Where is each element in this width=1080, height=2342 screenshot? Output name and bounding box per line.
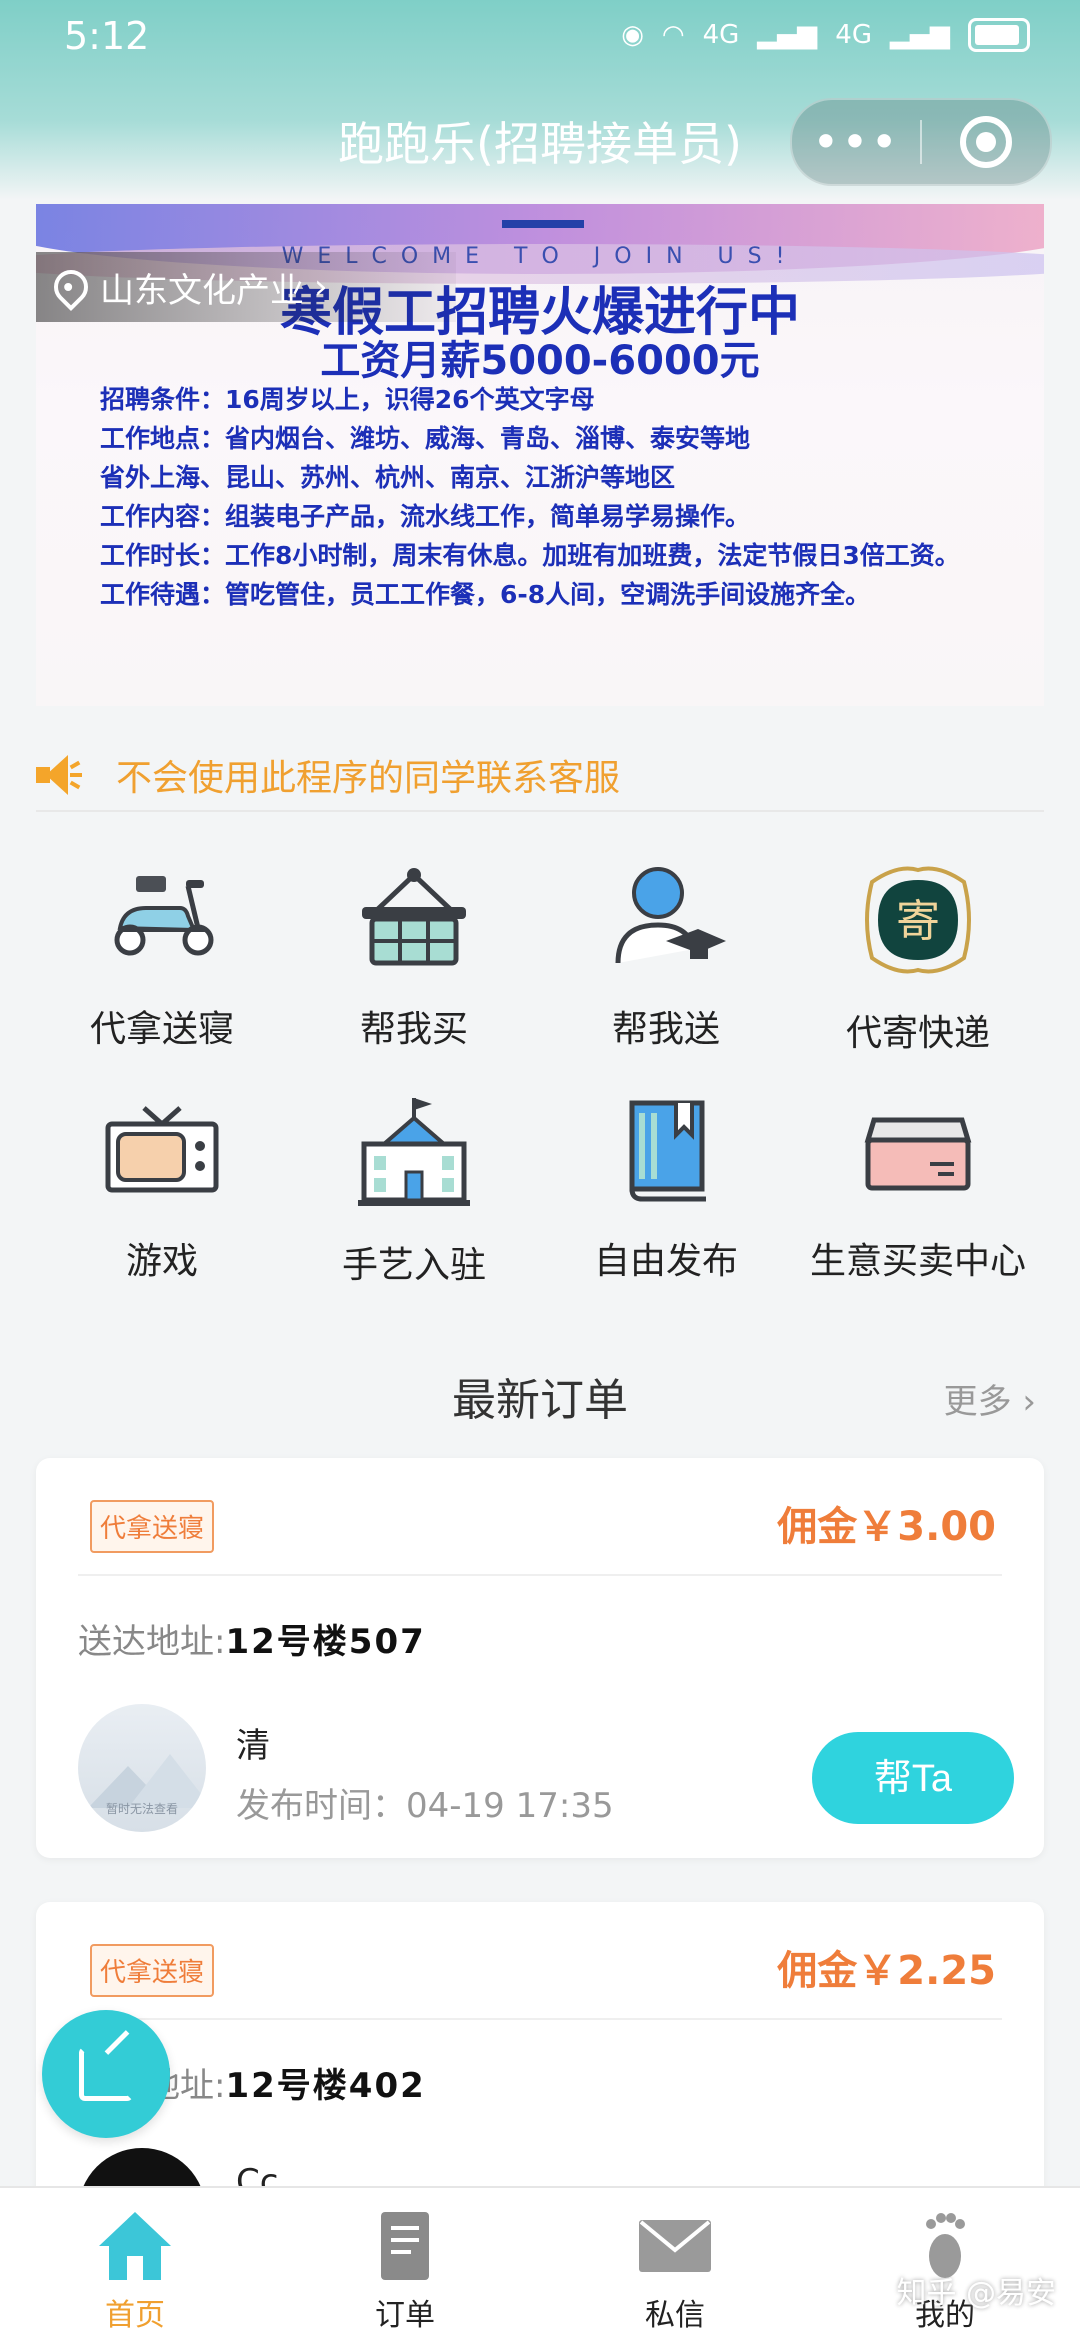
service-label: 生意买卖中心 <box>809 1241 1026 1282</box>
address-label: 送达地址: <box>78 1622 226 1662</box>
address-value: 12号楼402 <box>225 2066 426 2106</box>
banner-line: 省外上海、昆山、苏州、杭州、南京、江浙沪等地区 <box>100 463 676 492</box>
section-title: 最新订单 <box>452 1375 628 1426</box>
service-label: 代拿送寝 <box>89 1009 234 1050</box>
banner-salary: 工资月薪5000-6000元 <box>320 338 760 384</box>
tab-orders[interactable]: 订单 <box>270 2188 540 2342</box>
service-item-send[interactable]: 帮我送 <box>540 860 792 1052</box>
location-label: 山东文化产业 <box>100 270 304 311</box>
eye-icon: ◉ <box>621 20 644 50</box>
avatar-caption: 暂时无法查看 <box>105 1802 178 1816</box>
help-button[interactable]: 帮Ta <box>812 1732 1014 1824</box>
close-target-icon <box>960 116 1012 168</box>
banner-line: 工作待遇：管吃管住，员工工作餐，6-8人间，空调洗手间设施齐全。 <box>100 580 871 609</box>
bottom-tab-bar: 首页 订单 私信 我的 <box>0 2186 1080 2342</box>
signal-1-icon: ▂▄▆ <box>757 20 818 50</box>
publish-time: 发布时间：04-19 17:35 <box>236 1786 614 1826</box>
tab-home[interactable]: 首页 <box>0 2188 270 2342</box>
status-time: 5:12 <box>64 14 150 58</box>
order-address: 送达地址:12号楼507 <box>78 1614 426 1663</box>
service-label: 手艺入驻 <box>341 1245 486 1286</box>
service-item-publish[interactable]: 自由发布 <box>540 1092 792 1284</box>
location-selector[interactable]: 山东文化产业 › <box>36 252 456 322</box>
tab-label: 订单 <box>375 2298 435 2333</box>
carousel-indicator <box>502 220 584 228</box>
user-name: 清 <box>236 1726 270 1766</box>
service-label: 帮我买 <box>359 1009 468 1050</box>
banner-line: 工作内容：组装电子产品，流水线工作，简单易学易操作。 <box>100 502 751 531</box>
envelope-icon <box>639 2220 711 2272</box>
service-item-craft[interactable]: 手艺入驻 <box>288 1092 540 1286</box>
service-grid: 代拿送寝 帮我买 帮我送 寄 代寄快递 游戏 手艺入驻 自由发布 生意买卖中心 <box>36 860 1044 1286</box>
wifi-icon: ◠ <box>661 20 685 50</box>
book-icon <box>606 1092 726 1208</box>
card-icon <box>858 1092 978 1208</box>
latest-orders-header: 最新订单 更多 › <box>36 1360 1044 1430</box>
order-card[interactable]: 代拿送寝 佣金￥3.00 送达地址:12号楼507 暂时无法查看 清 发布时间：… <box>36 1458 1044 1858</box>
location-pin-icon <box>46 262 96 312</box>
service-label: 帮我送 <box>611 1009 720 1050</box>
service-label: 代寄快递 <box>845 1013 990 1054</box>
school-icon <box>354 1092 474 1212</box>
home-icon <box>99 2212 171 2280</box>
close-button[interactable] <box>922 116 1050 168</box>
tab-label: 首页 <box>105 2298 165 2333</box>
mini-program-capsule: ••• <box>790 98 1052 186</box>
watermark: 知乎 @易安 <box>896 2276 1056 2311</box>
order-fee: 佣金￥2.25 <box>777 1948 996 1994</box>
banner-line: 工作时长：工作8小时制，周末有休息。加班有加班费，法定节假日3倍工资。 <box>100 541 960 570</box>
mail-badge-icon: 寄 <box>858 860 978 980</box>
service-item-buy[interactable]: 帮我买 <box>288 860 540 1052</box>
signal-2-label: 4G <box>835 20 872 50</box>
top-header: 5:12 ◉ ◠ 4G ▂▄▆ 4G ▂▄▆ 跑跑乐(招聘接单员) ••• <box>0 0 1080 200</box>
tab-messages[interactable]: 私信 <box>540 2188 810 2342</box>
chevron-right-icon: › <box>314 267 328 307</box>
tab-label: 私信 <box>645 2298 705 2333</box>
avatar: 暂时无法查看 <box>78 1704 206 1832</box>
basket-icon <box>354 860 474 976</box>
share-icon <box>79 2030 133 2101</box>
banner-body: 招聘条件：16周岁以上，识得26个英文字母 工作地点：省内烟台、潍坊、威海、青岛… <box>100 380 1020 614</box>
status-bar: 5:12 ◉ ◠ 4G ▂▄▆ 4G ▂▄▆ <box>64 14 1030 64</box>
service-item-express[interactable]: 寄 代寄快递 <box>792 860 1044 1054</box>
order-doc-icon <box>381 2212 429 2280</box>
order-type-tag: 代拿送寝 <box>90 1500 215 1553</box>
service-item-delivery[interactable]: 代拿送寝 <box>36 860 288 1052</box>
divider <box>78 2018 1002 2020</box>
battery-icon <box>968 18 1030 52</box>
chevron-right-icon: › <box>1022 1382 1036 1422</box>
order-fee: 佣金￥3.00 <box>777 1504 996 1550</box>
graduate-icon <box>606 860 726 976</box>
more-link[interactable]: 更多 › <box>944 1374 1036 1423</box>
service-label: 游戏 <box>125 1241 198 1282</box>
service-label: 自由发布 <box>593 1241 738 1282</box>
address-value: 12号楼507 <box>225 1622 426 1662</box>
order-type-tag: 代拿送寝 <box>90 1944 215 1997</box>
speaker-icon <box>36 755 82 795</box>
more-label: 更多 <box>943 1382 1012 1422</box>
status-icons: ◉ ◠ 4G ▂▄▆ 4G ▂▄▆ <box>621 18 1030 52</box>
banner-line: 招聘条件：16周岁以上，识得26个英文字母 <box>100 385 595 414</box>
service-item-business[interactable]: 生意买卖中心 <box>792 1092 1044 1284</box>
more-options-button[interactable]: ••• <box>792 100 920 184</box>
share-fab-button[interactable] <box>42 2010 170 2138</box>
service-item-game[interactable]: 游戏 <box>36 1092 288 1284</box>
tv-icon <box>102 1092 222 1208</box>
signal-2-icon: ▂▄▆ <box>890 20 950 50</box>
notice-bar[interactable]: 不会使用此程序的同学联系客服 <box>36 740 1044 812</box>
order-card[interactable]: 代拿送寝 佣金￥2.25 送达地址:12号楼402 Cc. <box>36 1902 1044 2276</box>
recruitment-banner[interactable]: WELCOME TO JOIN US! 寒假工招聘火爆进行中 工资月薪5000-… <box>36 204 1044 706</box>
mail-badge-glyph: 寄 <box>896 896 940 947</box>
banner-line: 工作地点：省内烟台、潍坊、威海、青岛、淄博、泰安等地 <box>100 424 751 453</box>
scooter-icon <box>102 860 222 976</box>
tab-mine[interactable]: 我的 <box>810 2188 1080 2342</box>
notice-text: 不会使用此程序的同学联系客服 <box>116 758 621 799</box>
divider <box>78 1574 1002 1576</box>
signal-1-label: 4G <box>702 20 740 50</box>
